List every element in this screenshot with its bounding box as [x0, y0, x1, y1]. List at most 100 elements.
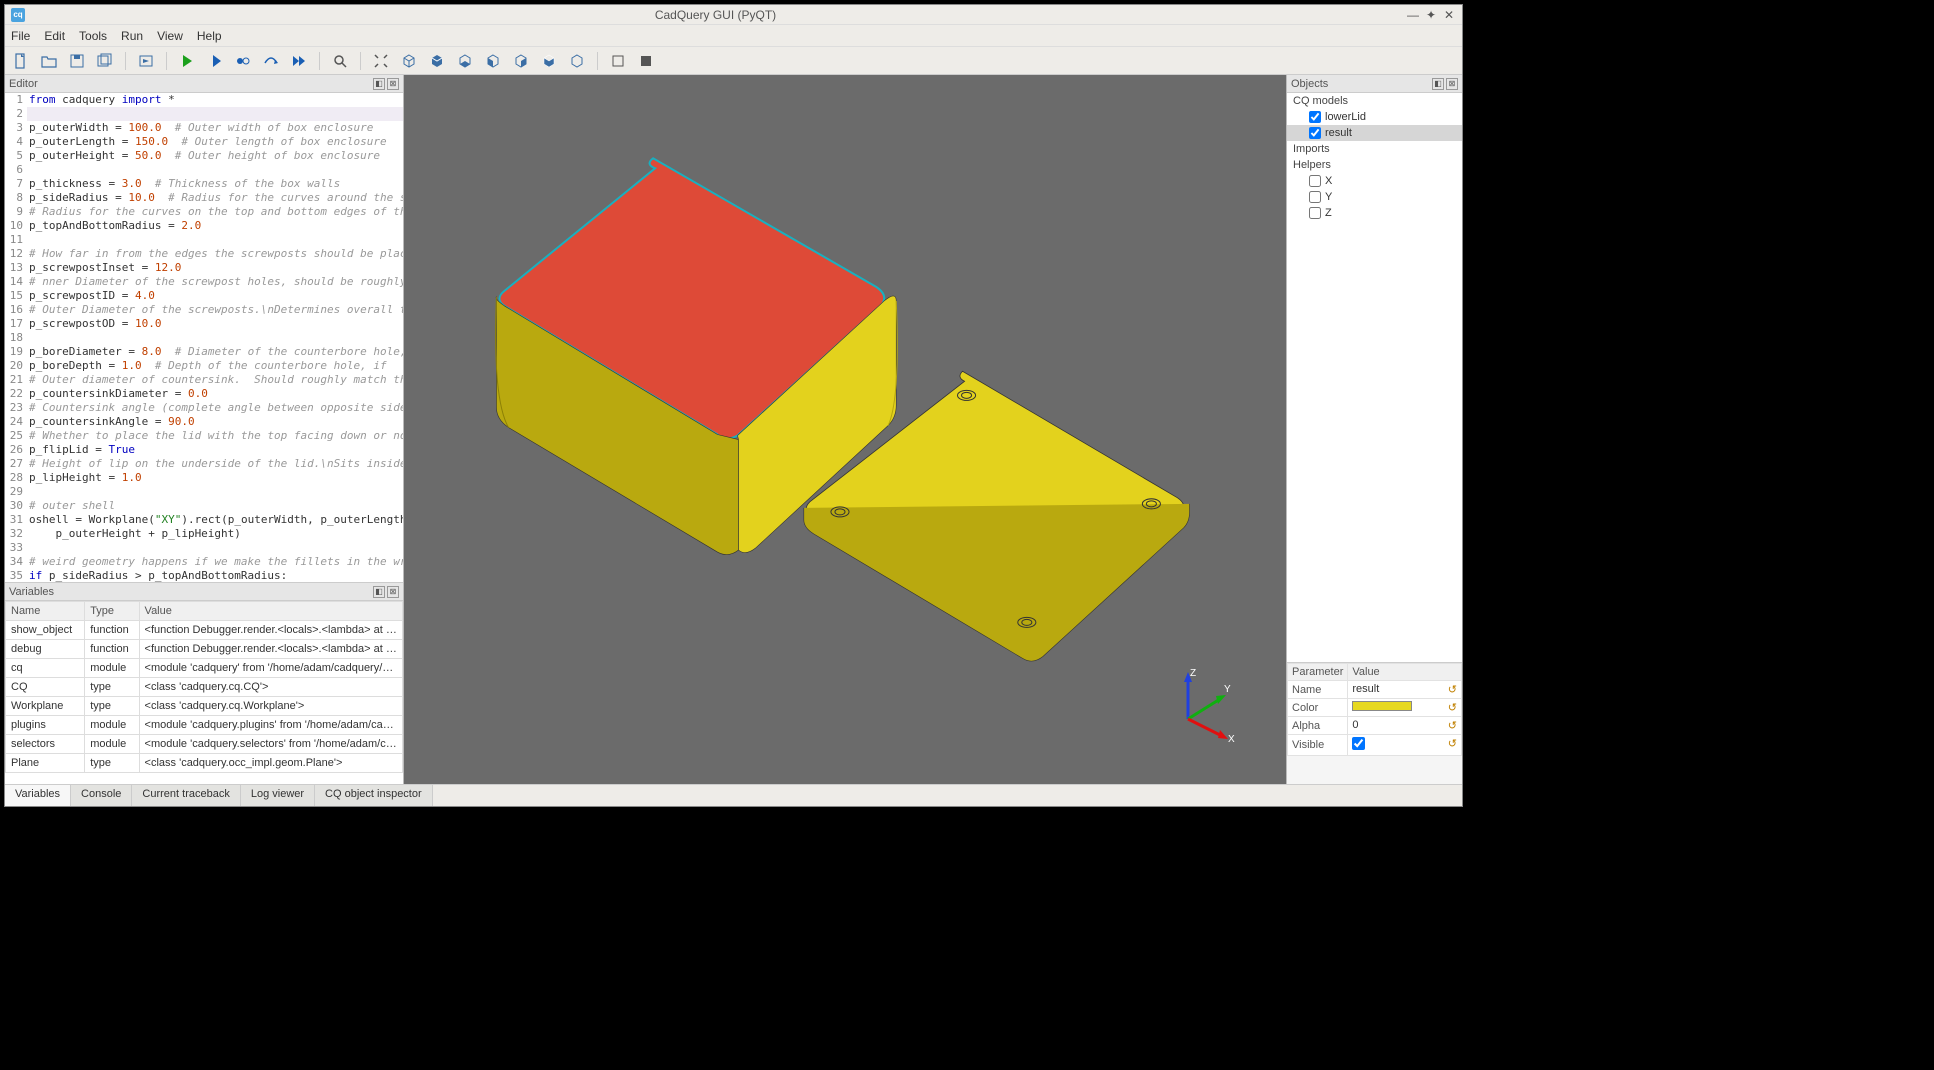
table-row[interactable]: selectorsmodule<module 'cadquery.selecto… [6, 735, 403, 754]
table-row[interactable]: Planetype<class 'cadquery.occ_impl.geom.… [6, 754, 403, 773]
tree-group-header[interactable]: CQ models [1287, 93, 1462, 109]
variables-header[interactable]: Value [139, 602, 402, 621]
variables-close-icon[interactable]: ⊠ [387, 586, 399, 598]
code-line[interactable]: 18 [5, 331, 403, 345]
menu-run[interactable]: Run [121, 29, 143, 43]
code-editor[interactable]: 1from cadquery import *23p_outerWidth = … [5, 93, 403, 582]
visible-checkbox[interactable] [1352, 737, 1365, 750]
code-line[interactable]: 12# How far in from the edges the screwp… [5, 247, 403, 261]
reset-icon[interactable]: ↺ [1448, 683, 1457, 696]
fit-view-icon[interactable] [371, 51, 391, 71]
code-line[interactable]: 15p_screwpostID = 4.0 [5, 289, 403, 303]
tree-item-result[interactable]: result [1287, 125, 1462, 141]
code-line[interactable]: 5p_outerHeight = 50.0 # Outer height of … [5, 149, 403, 163]
menu-edit[interactable]: Edit [44, 29, 65, 43]
objects-close-icon[interactable]: ⊠ [1446, 78, 1458, 90]
variables-table[interactable]: NameTypeValueshow_objectfunction<functio… [5, 601, 403, 784]
save-icon[interactable] [67, 51, 87, 71]
tree-item-x[interactable]: X [1287, 173, 1462, 189]
code-line[interactable]: 11 [5, 233, 403, 247]
objects-tree[interactable]: CQ modelslowerLidresultImportsHelpersXYZ [1287, 93, 1462, 662]
debug-step-icon[interactable] [205, 51, 225, 71]
tab-variables[interactable]: Variables [5, 785, 71, 806]
props-row[interactable]: Color↺ [1288, 699, 1462, 717]
table-row[interactable]: Workplanetype<class 'cadquery.cq.Workpla… [6, 697, 403, 716]
code-line[interactable]: 35if p_sideRadius > p_topAndBottomRadius… [5, 569, 403, 582]
table-row[interactable]: show_objectfunction<function Debugger.re… [6, 621, 403, 640]
code-line[interactable]: 34# weird geometry happens if we make th… [5, 555, 403, 569]
code-line[interactable]: 28p_lipHeight = 1.0 [5, 471, 403, 485]
continue-icon[interactable] [289, 51, 309, 71]
render-icon[interactable] [136, 51, 156, 71]
table-row[interactable]: pluginsmodule<module 'cadquery.plugins' … [6, 716, 403, 735]
code-line[interactable]: 27# Height of lip on the underside of th… [5, 457, 403, 471]
bottom-view-icon[interactable] [455, 51, 475, 71]
reset-icon[interactable]: ↺ [1448, 719, 1457, 732]
menu-view[interactable]: View [157, 29, 183, 43]
save-as-icon[interactable] [95, 51, 115, 71]
table-row[interactable]: debugfunction<function Debugger.render.<… [6, 640, 403, 659]
back-view-icon[interactable] [511, 51, 531, 71]
axis-gizmo[interactable]: Z Y X [1158, 664, 1238, 744]
reset-icon[interactable]: ↺ [1448, 737, 1457, 750]
code-line[interactable]: 21# Outer diameter of countersink. Shoul… [5, 373, 403, 387]
new-file-icon[interactable] [11, 51, 31, 71]
code-line[interactable]: 14# nner Diameter of the screwpost holes… [5, 275, 403, 289]
reset-icon[interactable]: ↺ [1448, 701, 1457, 714]
code-line[interactable]: 2 [5, 107, 403, 121]
breakpoint-toggle-icon[interactable] [233, 51, 253, 71]
code-line[interactable]: 23# Countersink angle (complete angle be… [5, 401, 403, 415]
code-line[interactable]: 20p_boreDepth = 1.0 # Depth of the count… [5, 359, 403, 373]
tree-item-lowerlid[interactable]: lowerLid [1287, 109, 1462, 125]
tab-current-traceback[interactable]: Current traceback [132, 785, 240, 806]
top-view-icon[interactable] [427, 51, 447, 71]
tree-item-y[interactable]: Y [1287, 189, 1462, 205]
shaded-icon[interactable] [636, 51, 656, 71]
code-line[interactable]: 8p_sideRadius = 10.0 # Radius for the cu… [5, 191, 403, 205]
props-row[interactable]: Alpha0↺ [1288, 717, 1462, 735]
variables-undock-icon[interactable]: ◧ [373, 586, 385, 598]
color-swatch[interactable] [1352, 701, 1412, 711]
code-line[interactable]: 16# Outer Diameter of the screwposts.\nD… [5, 303, 403, 317]
tree-group-header[interactable]: Imports [1287, 141, 1462, 157]
maximize-button[interactable]: ✦ [1424, 8, 1438, 22]
code-line[interactable]: 9# Radius for the curves on the top and … [5, 205, 403, 219]
code-line[interactable]: 33 [5, 541, 403, 555]
code-line[interactable]: 25# Whether to place the lid with the to… [5, 429, 403, 443]
run-icon[interactable] [177, 51, 197, 71]
code-line[interactable]: 1from cadquery import * [5, 93, 403, 107]
minimize-button[interactable]: — [1406, 8, 1420, 22]
code-line[interactable]: 4p_outerLength = 150.0 # Outer length of… [5, 135, 403, 149]
props-row[interactable]: Visible↺ [1288, 735, 1462, 756]
tab-cq-object-inspector[interactable]: CQ object inspector [315, 785, 433, 806]
tree-item-checkbox[interactable] [1309, 111, 1321, 123]
code-line[interactable]: 30# outer shell [5, 499, 403, 513]
open-file-icon[interactable] [39, 51, 59, 71]
close-button[interactable]: ✕ [1442, 8, 1456, 22]
viewport-3d[interactable]: Z Y X [404, 75, 1286, 784]
search-icon[interactable] [330, 51, 350, 71]
step-over-icon[interactable] [261, 51, 281, 71]
editor-undock-icon[interactable]: ◧ [373, 78, 385, 90]
menu-file[interactable]: File [11, 29, 30, 43]
tab-log-viewer[interactable]: Log viewer [241, 785, 315, 806]
code-line[interactable]: 24p_countersinkAngle = 90.0 [5, 415, 403, 429]
menu-tools[interactable]: Tools [79, 29, 107, 43]
code-line[interactable]: 26p_flipLid = True [5, 443, 403, 457]
code-line[interactable]: 31oshell = Workplane("XY").rect(p_outerW… [5, 513, 403, 527]
wireframe-icon[interactable] [608, 51, 628, 71]
code-line[interactable]: 13p_screwpostInset = 12.0 [5, 261, 403, 275]
code-line[interactable]: 19p_boreDiameter = 8.0 # Diameter of the… [5, 345, 403, 359]
properties-table[interactable]: ParameterValueNameresult↺Color↺Alpha0↺Vi… [1287, 663, 1462, 756]
tree-item-z[interactable]: Z [1287, 205, 1462, 221]
tree-item-checkbox[interactable] [1309, 207, 1321, 219]
code-line[interactable]: 17p_screwpostOD = 10.0 [5, 317, 403, 331]
code-line[interactable]: 7p_thickness = 3.0 # Thickness of the bo… [5, 177, 403, 191]
code-line[interactable]: 6 [5, 163, 403, 177]
tree-item-checkbox[interactable] [1309, 127, 1321, 139]
code-line[interactable]: 22p_countersinkDiameter = 0.0 [5, 387, 403, 401]
tab-console[interactable]: Console [71, 785, 132, 806]
code-line[interactable]: 10p_topAndBottomRadius = 2.0 [5, 219, 403, 233]
tree-item-checkbox[interactable] [1309, 191, 1321, 203]
objects-undock-icon[interactable]: ◧ [1432, 78, 1444, 90]
